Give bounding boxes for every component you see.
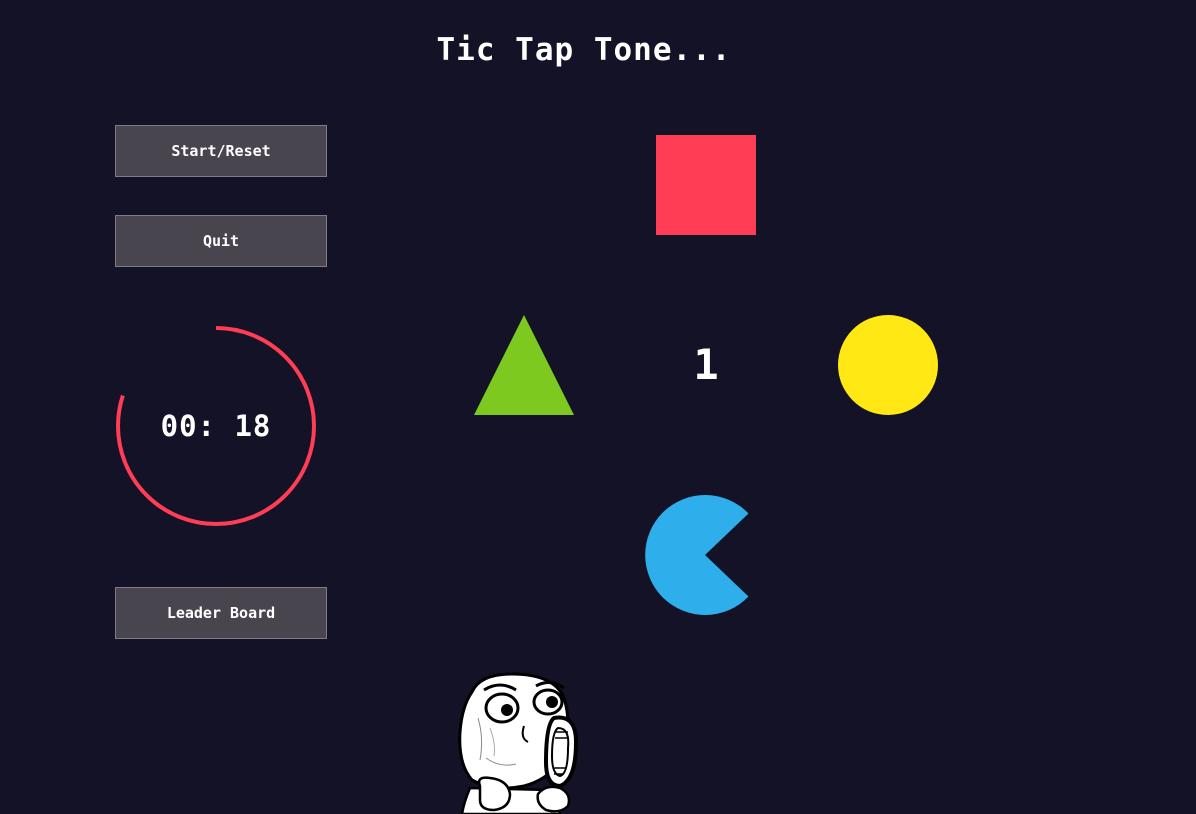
quit-button[interactable]: Quit <box>115 215 327 267</box>
square-shape[interactable] <box>656 135 756 235</box>
start-reset-button[interactable]: Start/Reset <box>115 125 327 177</box>
leader-board-button[interactable]: Leader Board <box>115 587 327 639</box>
triangle-shape[interactable] <box>474 315 574 419</box>
countdown-timer: 00: 18 <box>115 325 317 527</box>
sequence-number: 1 <box>693 340 719 389</box>
pacman-shape[interactable] <box>645 495 765 619</box>
timer-display: 00: 18 <box>160 409 272 443</box>
rage-comic-face-icon <box>450 668 590 814</box>
circle-shape[interactable] <box>838 315 938 415</box>
game-title: Tic Tap Tone... <box>436 32 732 68</box>
